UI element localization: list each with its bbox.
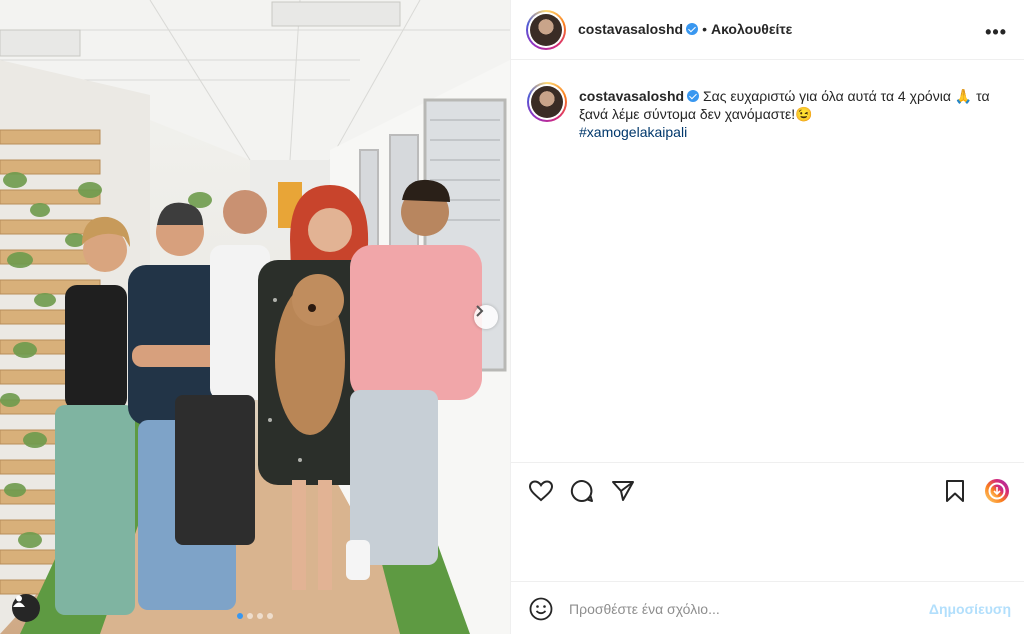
post-comment-button[interactable]: Δημοσίευση [929,601,1011,617]
header-separator: • [702,21,707,37]
carousel-dot [257,613,263,619]
avatar-image [531,86,563,118]
caption-line-1: Σας ευχαριστώ για όλα αυτά τα 4 χρόνια 🙏… [702,88,990,104]
verified-badge-icon [686,23,699,35]
post-details-panel: costavasaloshd • Ακολουθείτε ••• costavasa… [510,0,1024,634]
author-avatar[interactable] [526,10,566,50]
add-comment-bar: Δημοσίευση [511,581,1024,634]
verified-badge-icon [687,90,700,102]
caption-username[interactable]: costavasaloshd [579,88,684,104]
emoji-icon[interactable] [528,596,554,622]
post-header: costavasaloshd • Ακολουθείτε ••• [511,0,1024,60]
next-slide-button[interactable] [474,305,498,329]
carousel-dot [247,613,253,619]
comment-input[interactable] [569,596,909,622]
caption-line-2: ξανά λέμε σύντομα δεν χανόμαστε!😉 [579,106,813,122]
carousel-dot [267,613,273,619]
post-photo[interactable] [0,0,510,634]
share-icon[interactable] [610,478,636,504]
bookmark-icon[interactable] [942,478,968,504]
avatar-image [530,14,562,46]
comment-icon[interactable] [569,478,595,504]
carousel-dot [237,613,243,619]
following-status-button[interactable]: Ακολουθείτε [711,21,792,37]
author-username[interactable]: costavasaloshd [578,21,683,37]
user-icon [13,595,25,607]
chevron-right-icon [476,305,484,317]
hashtag-link[interactable]: #xamogelakaipali [579,124,687,140]
caption-author-avatar[interactable] [527,82,567,122]
more-options-icon[interactable]: ••• [985,22,1007,43]
story-icon[interactable] [984,478,1010,504]
caption-text: costavasaloshd Σας ευχαριστώ για όλα αυτ… [579,87,1019,141]
photo-scene [0,0,510,634]
carousel-indicator [0,613,510,619]
heart-icon[interactable] [528,478,554,504]
post-actions-bar [511,462,1024,516]
